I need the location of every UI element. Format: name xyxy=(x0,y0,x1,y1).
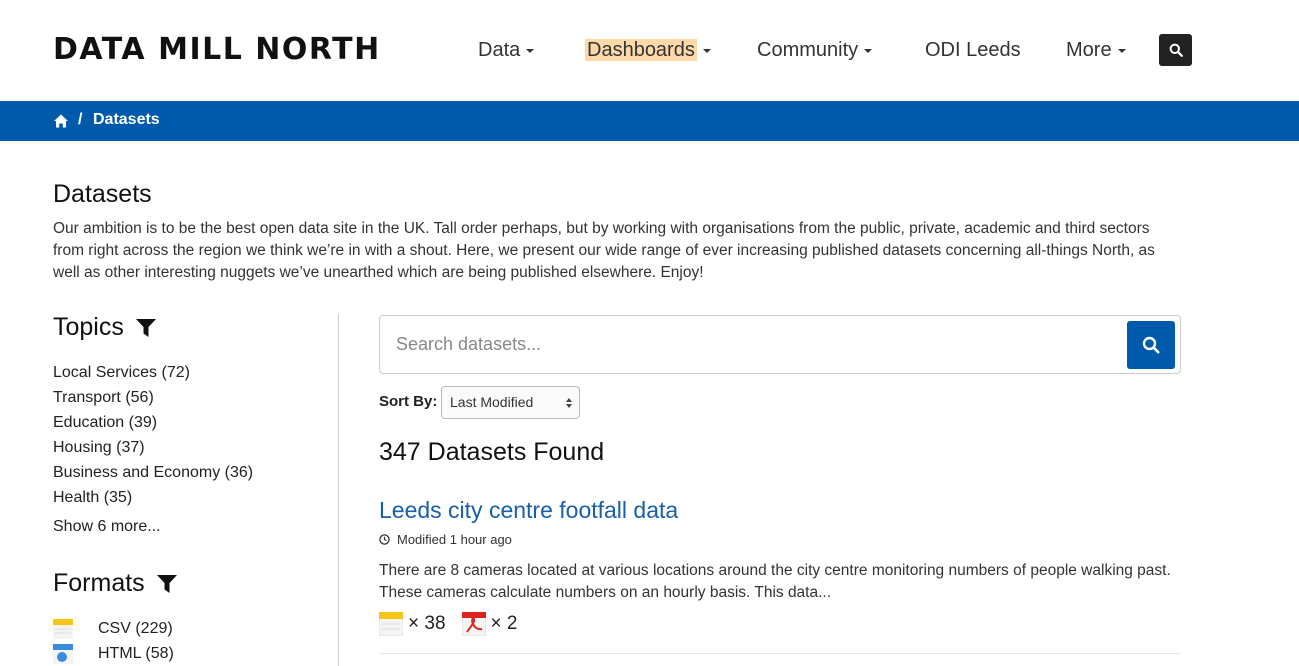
caret-down-icon xyxy=(526,48,535,53)
result-count: 347 Datasets Found xyxy=(379,438,605,466)
page-title: Datasets xyxy=(53,180,152,208)
site-logo[interactable]: DATA MILL NORTH xyxy=(53,32,381,67)
show-more-topics-link[interactable]: Show 6 more... xyxy=(53,518,161,536)
result-formats: × 38 × 2 xyxy=(379,612,533,636)
sort-label: Sort By: xyxy=(379,393,438,410)
result-meta: Modified 1 hour ago xyxy=(379,532,512,547)
search-submit-button[interactable] xyxy=(1127,321,1175,369)
topic-item[interactable]: Local Services (72) xyxy=(53,360,253,385)
format-item-label: CSV (229) xyxy=(98,619,173,637)
nav-data-label: Data xyxy=(478,39,521,61)
topic-item[interactable]: Education (39) xyxy=(53,410,253,435)
result-divider xyxy=(379,653,1181,654)
site-header: DATA MILL NORTH Data Dashboards Communit… xyxy=(0,0,1299,101)
dataset-search xyxy=(379,315,1181,374)
filter-icon xyxy=(135,318,156,337)
nav-data[interactable]: Data xyxy=(478,38,535,64)
topic-item[interactable]: Business and Economy (36) xyxy=(53,460,253,485)
breadcrumb-separator: / xyxy=(78,111,83,128)
sidebar-divider xyxy=(338,314,339,666)
caret-down-icon xyxy=(864,48,873,53)
topic-list: Local Services (72) Transport (56) Educa… xyxy=(53,360,253,510)
result-format-csv[interactable]: × 38 xyxy=(379,612,446,636)
nav-more-label: More xyxy=(1066,39,1112,61)
pdf-file-icon xyxy=(461,612,486,636)
csv-file-icon xyxy=(53,618,73,639)
breadcrumb: / Datasets xyxy=(0,101,1299,141)
caret-down-icon xyxy=(702,48,711,53)
nav-dashboards[interactable]: Dashboards xyxy=(585,38,711,64)
caret-down-icon xyxy=(1117,48,1126,53)
format-item-csv[interactable]: CSV (229) xyxy=(53,616,174,641)
formats-heading: Formats xyxy=(53,569,177,598)
nav-community[interactable]: Community xyxy=(757,38,873,64)
page-intro: Our ambition is to be the best open data… xyxy=(53,220,1155,281)
header-search-button[interactable] xyxy=(1159,34,1192,66)
nav-community-label: Community xyxy=(757,39,859,61)
topics-heading: Topics xyxy=(53,313,156,342)
format-item-label: HTML (58) xyxy=(98,644,174,662)
topics-heading-label: Topics xyxy=(53,313,124,341)
nav-dashboards-label: Dashboards xyxy=(585,39,697,61)
sort-select[interactable]: Last Modified xyxy=(441,386,580,419)
filter-icon xyxy=(156,574,177,593)
home-icon[interactable] xyxy=(53,113,69,129)
result-description: There are 8 cameras located at various l… xyxy=(379,562,1171,601)
format-item-html[interactable]: HTML (58) xyxy=(53,641,174,666)
nav-odi-leeds[interactable]: ODI Leeds xyxy=(925,38,1021,64)
format-list: CSV (229) HTML (58) xyxy=(53,616,174,666)
result-format-count: × 2 xyxy=(490,613,518,634)
topic-item[interactable]: Housing (37) xyxy=(53,435,253,460)
csv-file-icon xyxy=(379,612,403,636)
nav-more[interactable]: More xyxy=(1066,38,1126,64)
breadcrumb-current[interactable]: Datasets xyxy=(93,111,160,129)
result-format-pdf[interactable]: × 2 xyxy=(461,612,518,636)
search-icon xyxy=(1169,43,1183,57)
result-format-count: × 38 xyxy=(408,613,446,634)
formats-heading-label: Formats xyxy=(53,569,145,597)
result-title-link[interactable]: Leeds city centre footfall data xyxy=(379,497,678,524)
topic-item[interactable]: Transport (56) xyxy=(53,385,253,410)
select-arrows-icon xyxy=(566,398,572,408)
nav-odi-leeds-label: ODI Leeds xyxy=(925,39,1021,61)
topic-item[interactable]: Health (35) xyxy=(53,485,253,510)
search-icon xyxy=(1142,336,1160,354)
result-modified: Modified 1 hour ago xyxy=(397,532,512,547)
sort-selected-value: Last Modified xyxy=(450,394,534,410)
clock-icon xyxy=(379,534,390,545)
search-input[interactable] xyxy=(381,317,1121,372)
html-file-icon xyxy=(53,643,73,664)
